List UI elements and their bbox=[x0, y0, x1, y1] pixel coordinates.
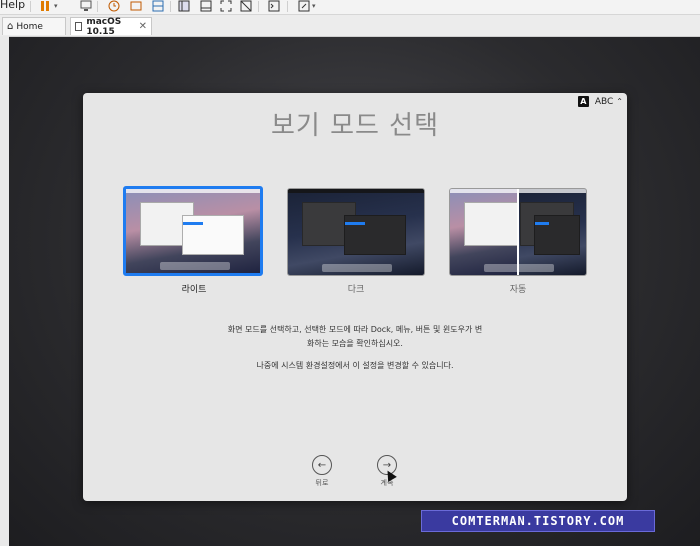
option-label: 자동 bbox=[509, 285, 527, 295]
close-icon[interactable]: ✕ bbox=[139, 21, 147, 32]
back-button[interactable]: ← 뒤로 bbox=[307, 455, 337, 488]
watermark: COMTERMAN.TISTORY.COM bbox=[421, 510, 655, 532]
computer-icon bbox=[80, 0, 92, 11]
unity-button[interactable] bbox=[240, 0, 252, 12]
option-auto[interactable]: 자동 bbox=[449, 188, 587, 295]
tab-home[interactable]: ⌂ Home bbox=[2, 17, 66, 35]
fullscreen-icon bbox=[220, 0, 232, 12]
pause-button[interactable]: ▾ bbox=[40, 0, 58, 12]
toolbar-separator bbox=[97, 1, 98, 12]
option-label: 라이트 bbox=[181, 285, 207, 295]
settings-note: 나중에 시스템 환경설정에서 이 설정을 변경할 수 있습니다. bbox=[256, 361, 454, 370]
description-line: 화하는 모습을 확인하십시오. bbox=[307, 339, 403, 348]
window-preview bbox=[344, 215, 406, 255]
appearance-setup-dialog: A ABC ⌃ 보기 모드 선택 라이트 다크 자동 화면 모드를 선택하고, … bbox=[83, 93, 627, 501]
back-label: 뒤로 bbox=[315, 479, 329, 487]
menubar-preview bbox=[288, 189, 424, 193]
show-library-button[interactable] bbox=[178, 0, 190, 12]
description-line: 화면 모드를 선택하고, 선택한 모드에 따라 Dock, 메뉴, 버튼 및 윈… bbox=[227, 325, 483, 334]
home-icon: ⌂ bbox=[7, 21, 14, 32]
toolbar-separator bbox=[258, 1, 259, 12]
toolbar-separator bbox=[287, 1, 288, 12]
console-view-button[interactable] bbox=[268, 0, 280, 12]
clock-icon bbox=[108, 0, 120, 12]
pause-icon bbox=[41, 1, 49, 11]
page-title: 보기 모드 선택 bbox=[270, 111, 440, 141]
toolbar-separator bbox=[30, 1, 31, 12]
terminal-icon bbox=[268, 0, 280, 12]
tab-macos[interactable]: macOS 10.15 ✕ bbox=[70, 16, 152, 37]
help-menu[interactable]: Help bbox=[0, 0, 25, 11]
sidebar-icon bbox=[178, 0, 190, 12]
revert-snapshot-button[interactable] bbox=[130, 0, 142, 12]
auto-preview[interactable] bbox=[449, 188, 587, 276]
tab-bar: ⌂ Home macOS 10.15 ✕ bbox=[0, 15, 700, 37]
snapshot-manager-button[interactable] bbox=[152, 0, 164, 12]
revert-icon bbox=[130, 1, 142, 11]
snapshot-manager-icon bbox=[152, 0, 164, 12]
vm-icon bbox=[75, 22, 83, 31]
thumbnail-icon bbox=[200, 0, 212, 12]
option-light[interactable]: 라이트 bbox=[123, 186, 263, 295]
option-label: 다크 bbox=[347, 285, 365, 295]
thumbnail-bar-button[interactable] bbox=[200, 0, 212, 12]
window-preview bbox=[182, 215, 244, 255]
chevron-down-icon: ▾ bbox=[54, 2, 58, 10]
send-ctrl-alt-del-button[interactable] bbox=[80, 0, 92, 12]
left-edge bbox=[0, 36, 9, 546]
window-preview bbox=[534, 215, 580, 255]
app-toolbar: Help ▾ ▾ bbox=[0, 0, 700, 15]
unity-icon bbox=[240, 0, 252, 12]
arrow-left-icon: ← bbox=[312, 455, 332, 475]
menubar-preview bbox=[126, 189, 260, 193]
snapshot-button[interactable] bbox=[108, 0, 120, 12]
chevron-down-icon: ▾ bbox=[312, 2, 316, 10]
split-divider bbox=[517, 189, 519, 275]
dark-preview[interactable] bbox=[287, 188, 425, 276]
window-preview bbox=[464, 202, 518, 246]
dock-preview bbox=[322, 264, 392, 272]
light-preview[interactable] bbox=[123, 186, 263, 276]
tab-label: macOS 10.15 bbox=[86, 16, 122, 37]
stretch-button[interactable]: ▾ bbox=[298, 0, 316, 12]
toolbar-separator bbox=[170, 1, 171, 12]
option-dark[interactable]: 다크 bbox=[287, 188, 425, 295]
dock-preview bbox=[484, 264, 554, 272]
stretch-icon bbox=[298, 0, 310, 12]
full-screen-button[interactable] bbox=[220, 0, 232, 12]
dock-preview bbox=[160, 262, 230, 270]
tab-label: Home bbox=[16, 21, 43, 32]
